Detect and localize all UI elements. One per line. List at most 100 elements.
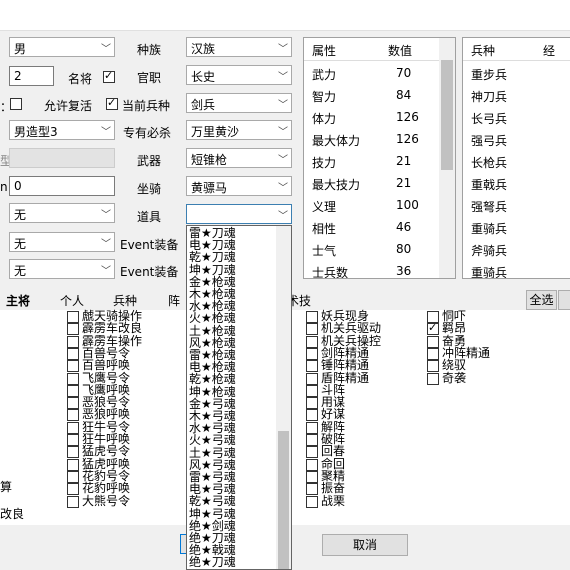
skill-checkbox[interactable]: [306, 470, 318, 483]
skill-checkbox[interactable]: [67, 397, 79, 410]
current-troop-checkbox[interactable]: [106, 96, 118, 110]
dropdown-scrollbar[interactable]: [276, 226, 291, 569]
table-row[interactable]: 智力 84: [304, 84, 455, 106]
skill-checkbox[interactable]: [427, 335, 439, 348]
table-row[interactable]: 体力 126: [304, 106, 455, 128]
skill-checkbox[interactable]: [67, 434, 79, 446]
model-select[interactable]: 男造型3 ﹀: [9, 120, 115, 140]
dropdown-item[interactable]: 土★弓魂: [189, 447, 236, 459]
tab-troop[interactable]: 兵种: [113, 292, 137, 309]
table-row[interactable]: 重戟兵: [463, 172, 570, 194]
race-select[interactable]: 汉族 ﹀: [186, 37, 292, 57]
skill-checkbox[interactable]: [67, 470, 79, 483]
rank-select[interactable]: 长史 ﹀: [186, 65, 292, 85]
table-row[interactable]: 最大体力 126: [304, 128, 455, 150]
skill-checkbox[interactable]: [306, 323, 318, 336]
skill-checkbox[interactable]: [67, 323, 79, 336]
gender-select[interactable]: 男 ﹀: [9, 37, 115, 57]
item3-select[interactable]: 无 ﹀: [9, 259, 115, 279]
table-row[interactable]: 士兵数 36: [304, 260, 455, 278]
skill-checkbox[interactable]: [306, 397, 318, 410]
dropdown-item[interactable]: 金★枪魂: [189, 276, 236, 288]
dropdown-item[interactable]: 风★弓魂: [189, 459, 236, 471]
table-row[interactable]: 重骑兵: [463, 260, 570, 278]
skill-checkbox[interactable]: [67, 360, 79, 373]
dropdown-item[interactable]: 坤★刀魂: [189, 264, 236, 276]
skill-checkbox[interactable]: [427, 347, 439, 360]
dropdown-item[interactable]: 火★弓魂: [189, 434, 236, 446]
blank-input[interactable]: 0: [9, 176, 115, 196]
table-row[interactable]: 武力 70: [304, 62, 455, 84]
dropdown-item[interactable]: 风★枪魂: [189, 337, 236, 349]
skill-checkbox[interactable]: [306, 421, 318, 434]
skill-checkbox[interactable]: [306, 495, 318, 508]
troop-table[interactable]: 兵种 经 重步兵 神刀兵 长弓兵 强弓兵 长枪兵 重戟兵 强弩兵 重骑兵 斧骑兵 重骑兵: [462, 37, 570, 279]
tool-select[interactable]: ﹀: [186, 204, 292, 224]
attribute-table[interactable]: 属性 数值 武力 70 智力 84 体力 126 最大体力 126 技力 21 最大技力 21 义理 10…: [303, 37, 456, 279]
scrollbar-thumb[interactable]: [441, 60, 453, 170]
skill-checkbox[interactable]: [67, 483, 79, 496]
skill-checkbox[interactable]: [67, 458, 79, 471]
partial-button[interactable]: [558, 290, 570, 310]
dropdown-item[interactable]: 火★枪魂: [189, 312, 236, 324]
special-select[interactable]: 万里黄沙 ﹀: [186, 120, 292, 140]
skill-checkbox[interactable]: [306, 446, 318, 459]
dropdown-item[interactable]: 乾★刀魂: [189, 251, 236, 263]
famous-checkbox[interactable]: [103, 69, 115, 83]
skill-checkbox[interactable]: [306, 347, 318, 360]
tab-personal[interactable]: 个人: [60, 292, 84, 309]
table-row[interactable]: 技力 21: [304, 150, 455, 172]
skill-checkbox[interactable]: [67, 372, 79, 385]
skill-checkbox[interactable]: [67, 384, 79, 397]
skill-checkbox[interactable]: [67, 347, 79, 360]
dropdown-item[interactable]: 乾★枪魂: [189, 373, 236, 385]
dropdown-item[interactable]: 金★弓魂: [189, 398, 236, 410]
dropdown-item[interactable]: 坤★弓魂: [189, 508, 236, 520]
table-row[interactable]: 斧骑兵: [463, 238, 570, 260]
weapon-select[interactable]: 短锥枪 ﹀: [186, 148, 292, 168]
table-row[interactable]: 重骑兵: [463, 216, 570, 238]
skill-checkbox[interactable]: [427, 360, 439, 373]
cancel-button[interactable]: 取消: [322, 534, 408, 556]
revive-checkbox[interactable]: [10, 98, 22, 110]
column-header[interactable]: 属性: [312, 42, 336, 59]
dropdown-item[interactable]: 坤★枪魂: [189, 386, 236, 398]
skill-checkbox[interactable]: [306, 483, 318, 496]
table-row[interactable]: 士气 80: [304, 238, 455, 260]
skill-checkbox[interactable]: [306, 360, 318, 373]
skill-checkbox[interactable]: [306, 409, 318, 422]
skill-checkbox[interactable]: [427, 321, 439, 336]
skill-checkbox[interactable]: [67, 446, 79, 459]
skill-checkbox[interactable]: [67, 495, 79, 508]
skill-checkbox[interactable]: [67, 409, 79, 422]
select-all-button[interactable]: 全选: [526, 290, 557, 310]
skill-checkbox[interactable]: [306, 372, 318, 385]
table-row[interactable]: 强弓兵: [463, 128, 570, 150]
number-input[interactable]: 2: [9, 66, 54, 86]
tab-formation[interactable]: 阵: [168, 292, 180, 309]
table-row[interactable]: 相性 46: [304, 216, 455, 238]
column-header[interactable]: 数值: [388, 42, 412, 59]
skill-checkbox[interactable]: [306, 335, 318, 348]
dropdown-item[interactable]: 绝★刀魂: [189, 556, 236, 568]
table-row[interactable]: 最大技力 21: [304, 172, 455, 194]
skill-checkbox[interactable]: [67, 335, 79, 348]
skill-checkbox[interactable]: [67, 311, 79, 323]
column-header[interactable]: 兵种: [471, 42, 495, 59]
skill-checkbox[interactable]: [306, 434, 318, 446]
table-row[interactable]: 义理 100: [304, 194, 455, 216]
skill-checkbox[interactable]: [306, 311, 318, 323]
table-row[interactable]: 重步兵: [463, 62, 570, 84]
item2-select[interactable]: 无 ﹀: [9, 232, 115, 252]
column-header[interactable]: 经: [543, 42, 555, 59]
tab-general[interactable]: 主将: [6, 292, 30, 309]
item1-select[interactable]: 无 ﹀: [9, 203, 115, 223]
table-row[interactable]: 神刀兵: [463, 84, 570, 106]
troop-select[interactable]: 剑兵 ﹀: [186, 93, 292, 113]
tool-dropdown-list[interactable]: 雷★刀魂 电★刀魂 乾★刀魂 坤★刀魂 金★枪魂 木★枪魂 水★枪魂 火★枪魂 土★枪魂 风★枪魂…: [186, 225, 292, 570]
dropdown-item[interactable]: 绝★剑魂: [189, 520, 236, 532]
mount-select[interactable]: 黄骠马 ﹀: [186, 176, 292, 196]
skill-checkbox[interactable]: [427, 372, 439, 385]
attribute-scrollbar[interactable]: [439, 38, 455, 278]
table-row[interactable]: 强弩兵: [463, 194, 570, 216]
